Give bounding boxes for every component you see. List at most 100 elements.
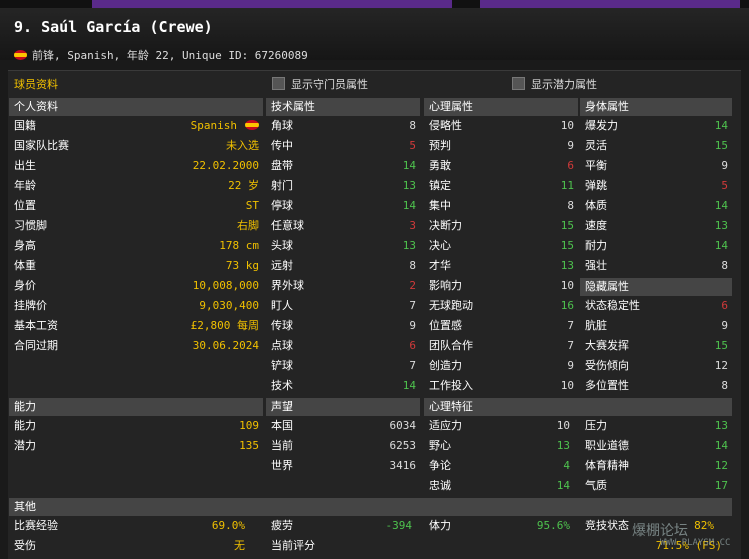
personal-row[interactable]: 出生 22.02.2000 [9,156,263,176]
value-text: 14 [402,199,416,212]
personal-row[interactable]: 年龄 22 岁 [9,176,263,196]
technical-row[interactable]: 盯人 7 [266,296,420,316]
hidden-row[interactable]: 肮脏 9 [580,316,732,336]
hidden-row[interactable]: 大赛发挥 15 [580,336,732,356]
mental-row[interactable]: 集中 8 [424,196,578,216]
other-row[interactable]: 疲劳 -394 [266,516,416,536]
physical-row[interactable]: 强壮 8 [580,256,732,276]
personal-row[interactable]: 身价 10,008,000 [9,276,263,296]
mental-row[interactable]: 创造力 9 [424,356,578,376]
physical-row[interactable]: 耐力 14 [580,236,732,256]
mental-row[interactable]: 预判 9 [424,136,578,156]
other-row[interactable]: 体力 95.6% [424,516,574,536]
show-gk-attributes-checkbox[interactable]: 显示守门员属性 [272,76,368,92]
ability-row[interactable]: 能力 109 [9,416,263,436]
physical-row[interactable]: 速度 13 [580,216,732,236]
attribute-label: 耐力 [585,239,607,252]
attribute-label: 野心 [429,439,451,452]
tab-inactive-2[interactable] [480,0,740,8]
mental-row[interactable]: 工作投入 10 [424,376,578,396]
personal-row[interactable]: 挂牌价 9,030,400 [9,296,263,316]
attribute-value: 178 cm [219,236,259,256]
technical-row[interactable]: 点球 6 [266,336,420,356]
traits-row[interactable]: 争论 4 [424,456,574,476]
hidden-row[interactable]: 受伤倾向 12 [580,356,732,376]
reputation-row[interactable]: 本国 6034 [266,416,420,436]
attribute-value: 14 [403,196,416,216]
traits-row[interactable]: 适应力 10 [424,416,574,436]
personal-row[interactable]: 身高 178 cm [9,236,263,256]
value-text: 13 [714,219,728,232]
traits-row[interactable]: 野心 13 [424,436,574,456]
attribute-value: 16 [561,296,574,316]
physical-row[interactable]: 体质 14 [580,196,732,216]
attribute-label: 忠诚 [429,479,451,492]
technical-row[interactable]: 界外球 2 [266,276,420,296]
reputation-row[interactable]: 当前 6253 [266,436,420,456]
attribute-label: 头球 [271,239,293,252]
mental-row[interactable]: 团队合作 7 [424,336,578,356]
mental-row[interactable]: 才华 13 [424,256,578,276]
technical-row[interactable]: 头球 13 [266,236,420,256]
physical-row[interactable]: 灵活 15 [580,136,732,156]
attribute-value: 10 [561,276,574,296]
attribute-value: 7 [409,296,416,316]
show-potential-attributes-checkbox[interactable]: 显示潜力属性 [512,76,597,92]
hidden-row[interactable]: 多位置性 8 [580,376,732,396]
mental-row[interactable]: 勇敢 6 [424,156,578,176]
technical-row[interactable]: 角球 8 [266,116,420,136]
spain-flag-icon [14,50,27,60]
other-row[interactable]: 受伤 无 [9,536,249,556]
attribute-label: 习惯脚 [14,219,47,232]
personal-row[interactable]: 体重 73 kg [9,256,263,276]
value-text: 10,008,000 [192,279,259,292]
attribute-value: 6 [409,336,416,356]
mental-row[interactable]: 无球跑动 16 [424,296,578,316]
physical-row[interactable]: 弹跳 5 [580,176,732,196]
technical-row[interactable]: 远射 8 [266,256,420,276]
personal-row[interactable]: 基本工资 £2,800 每周 [9,316,263,336]
tab-inactive[interactable] [92,0,452,8]
reputation-row[interactable]: 世界 3416 [266,456,420,476]
ability-row[interactable]: 潜力 135 [9,436,263,456]
attribute-value: 135 [239,436,259,456]
technical-row[interactable]: 传球 9 [266,316,420,336]
player-header: 9. Saúl García (Crewe) 前锋, Spanish, 年龄 2… [0,8,749,62]
technical-row[interactable]: 传中 5 [266,136,420,156]
technical-row[interactable]: 技术 14 [266,376,420,396]
traits-row[interactable]: 压力 13 [580,416,732,436]
traits-row[interactable]: 气质 17 [580,476,732,496]
mental-row[interactable]: 镇定 11 [424,176,578,196]
mental-row[interactable]: 侵略性 10 [424,116,578,136]
attribute-label: 集中 [429,199,451,212]
personal-row[interactable]: 国家队比赛 未入选 [9,136,263,156]
traits-row[interactable]: 职业道德 14 [580,436,732,456]
mental-row[interactable]: 决断力 15 [424,216,578,236]
traits-row[interactable]: 忠诚 14 [424,476,574,496]
technical-row[interactable]: 盘带 14 [266,156,420,176]
mental-row[interactable]: 决心 15 [424,236,578,256]
mental-row[interactable]: 位置感 7 [424,316,578,336]
personal-row[interactable]: 国籍 Spanish [9,116,263,136]
personal-row[interactable]: 习惯脚 右脚 [9,216,263,236]
technical-row[interactable]: 任意球 3 [266,216,420,236]
physical-row[interactable]: 爆发力 14 [580,116,732,136]
value-text: 14 [714,239,728,252]
personal-row[interactable]: 合同过期 30.06.2024 [9,336,263,356]
personal-row[interactable]: 位置 ST [9,196,263,216]
technical-row[interactable]: 停球 14 [266,196,420,216]
technical-row[interactable]: 铲球 7 [266,356,420,376]
other-section-header: 其他 [9,498,732,516]
attribute-value: 7 [567,316,574,336]
technical-row[interactable]: 射门 13 [266,176,420,196]
attribute-label: 弹跳 [585,179,607,192]
hidden-row[interactable]: 状态稳定性 6 [580,296,732,316]
mental-row[interactable]: 影响力 10 [424,276,578,296]
other-row[interactable]: 比赛经验 69.0% [9,516,249,536]
attribute-value: 15 [561,216,574,236]
attribute-label: 位置 [14,199,36,212]
value-text: Spanish [190,119,237,132]
value-text: 7 [409,359,416,372]
physical-row[interactable]: 平衡 9 [580,156,732,176]
traits-row[interactable]: 体育精神 12 [580,456,732,476]
